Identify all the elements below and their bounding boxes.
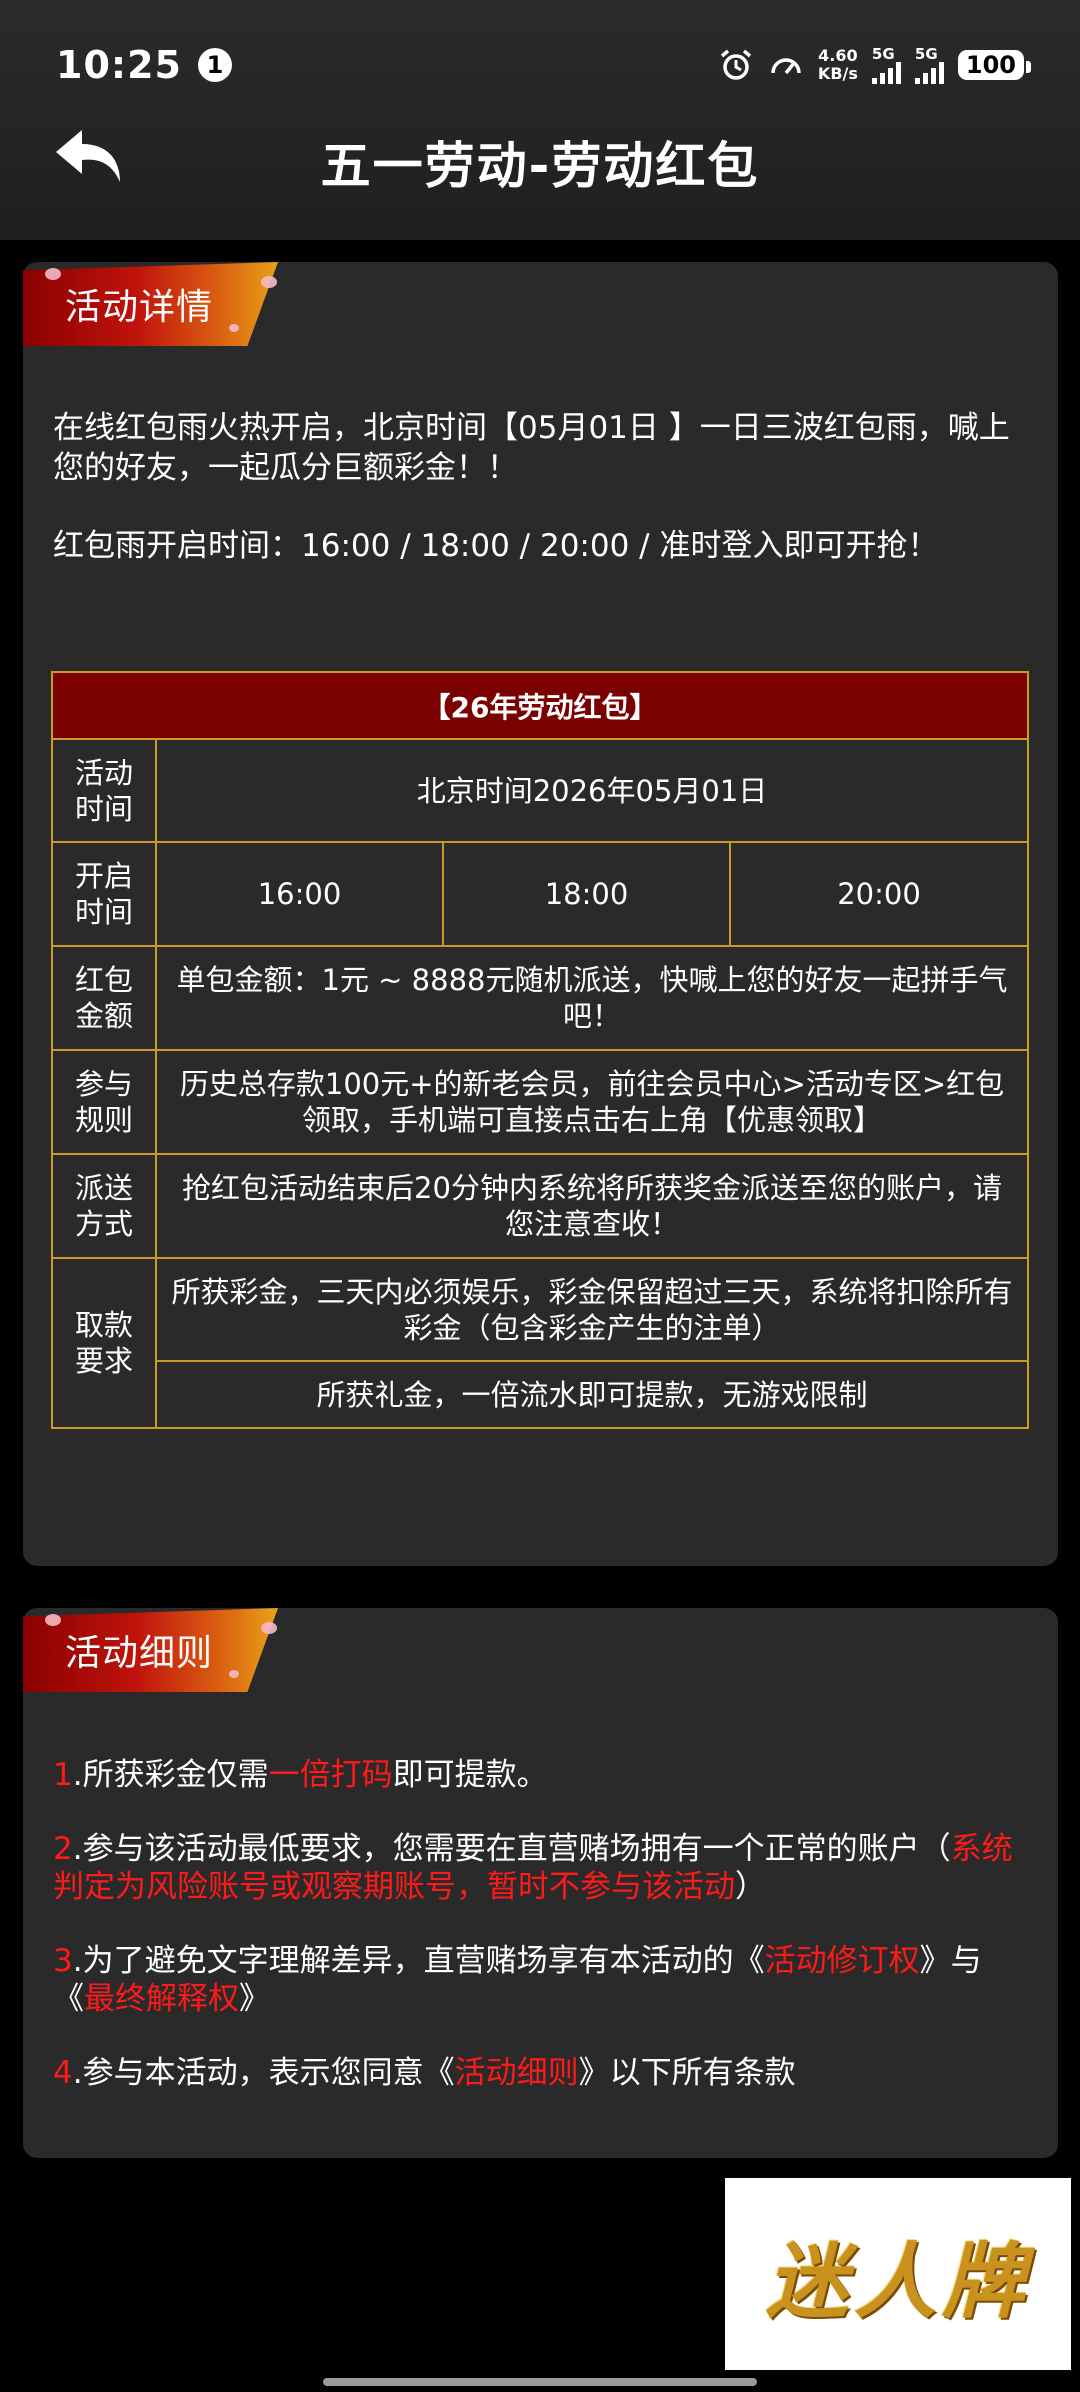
blossom-decoration xyxy=(229,1670,239,1678)
signal-2-type: 5G xyxy=(914,44,938,63)
time-cell: 16:00 xyxy=(155,841,444,947)
signal-1: 5G xyxy=(871,44,901,84)
row-value: 所获礼金，一倍流水即可提款，无游戏限制 xyxy=(155,1360,1029,1429)
blossom-decoration xyxy=(45,268,61,280)
row-value: 单包金额：1元 ~ 8888元随机派送，快喊上您的好友一起拼手气吧！ xyxy=(155,945,1029,1051)
signal-bars-icon xyxy=(914,61,944,84)
watermark-text: 迷人牌 xyxy=(766,2233,1030,2330)
row-value: 历史总存款100元+的新老会员，前往会员中心>活动专区>红包领取，手机端可直接点… xyxy=(155,1049,1029,1155)
rule-number: 2 xyxy=(53,1831,73,1867)
row-label: 派送方式 xyxy=(51,1153,157,1259)
row-label: 活动时间 xyxy=(51,738,157,843)
rule-highlight: 活动细则 xyxy=(454,2055,579,2091)
row-label: 取款要求 xyxy=(51,1257,157,1429)
blossom-decoration xyxy=(229,324,239,332)
row-label: 参与规则 xyxy=(51,1049,157,1155)
rule-item: 3.为了避免文字理解差异，直营赌场享有本活动的《活动修订权》与《最终解释权》 xyxy=(53,1942,1028,2018)
blossom-decoration xyxy=(261,276,277,288)
row-label: 红包金额 xyxy=(51,945,157,1051)
speedometer-icon xyxy=(768,47,804,83)
row-value: 所获彩金，三天内必须娱乐，彩金保留超过三天，系统将扣除所有彩金（包含彩金产生的注… xyxy=(155,1257,1029,1362)
rule-item: 4.参与本活动，表示您同意《活动细则》以下所有条款 xyxy=(53,2054,1028,2092)
notification-badge: 1 xyxy=(197,48,232,82)
rule-text: 》 xyxy=(239,1981,270,2017)
rule-item: 2.参与该活动最低要求，您需要在直营赌场拥有一个正常的账户（系统判定为风险账号或… xyxy=(53,1830,1028,1906)
time-cell: 18:00 xyxy=(442,841,731,947)
alarm-icon xyxy=(718,47,754,83)
rule-number: 4 xyxy=(53,2055,73,2091)
time-cell: 20:00 xyxy=(729,841,1029,947)
rule-text: .所获彩金仅需 xyxy=(72,1757,269,1793)
blossom-decoration xyxy=(261,1622,277,1634)
rule-text: 》以下所有条款 xyxy=(578,2055,796,2091)
row-value: 抢红包活动结束后20分钟内系统将所获奖金派送至您的账户，请您注意查收！ xyxy=(155,1153,1029,1259)
rule-highlight: 一倍打码 xyxy=(268,1757,393,1793)
table-row: 派送方式 抢红包活动结束后20分钟内系统将所获奖金派送至您的账户，请您注意查收！ xyxy=(51,1153,1029,1259)
table-row: 红包金额 单包金额：1元 ~ 8888元随机派送，快喊上您的好友一起拼手气吧！ xyxy=(51,945,1029,1051)
rule-text: .参与本活动，表示您同意《 xyxy=(72,2055,455,2091)
rule-highlight: 活动修订权 xyxy=(764,1943,920,1979)
table-row: 参与规则 历史总存款100元+的新老会员，前往会员中心>活动专区>红包领取，手机… xyxy=(51,1049,1029,1155)
rule-highlight: 最终解释权 xyxy=(84,1981,239,2017)
table-row: 所获礼金，一倍流水即可提款，无游戏限制 xyxy=(52,1360,1029,1429)
row-label: 开启时间 xyxy=(51,841,157,947)
rule-text: .为了避免文字理解差异，直营赌场享有本活动的《 xyxy=(72,1943,765,1979)
rule-number: 1 xyxy=(53,1757,73,1793)
table-row: 开启时间 16:00 18:00 20:00 xyxy=(51,841,1029,947)
rule-text: 即可提款。 xyxy=(392,1757,548,1793)
status-bar: 10:25 1 4.60 KB/s 5G 5G 100 xyxy=(56,40,1032,90)
table-title: 【26年劳动红包】 xyxy=(51,671,1029,740)
details-ribbon-label: 活动详情 xyxy=(65,287,214,328)
status-time: 10:25 xyxy=(56,43,182,87)
signal-bars-icon xyxy=(871,61,901,84)
intro-line: 红包雨开启时间：16:00 / 18:00 / 20:00 / 准时登入即可开抢… xyxy=(53,528,939,564)
watermark-logo: 迷人牌 xyxy=(725,2178,1071,2370)
details-intro: 在线红包雨火热开启，北京时间【05月01日 】一日三波红包雨，喊上您的好友，一起… xyxy=(53,408,1028,604)
rule-item: 1.所获彩金仅需一倍打码即可提款。 xyxy=(53,1756,1028,1794)
rule-number: 3 xyxy=(53,1943,73,1979)
signal-1-type: 5G xyxy=(871,44,895,63)
battery-indicator: 100 xyxy=(957,50,1032,80)
table-row: 活动时间 北京时间2026年05月01日 xyxy=(51,738,1029,843)
rules-ribbon-label: 活动细则 xyxy=(65,1633,214,1674)
status-icons: 4.60 KB/s 5G 5G 100 xyxy=(718,44,1032,84)
rule-text: ） xyxy=(735,1869,766,1905)
net-speed: 4.60 KB/s xyxy=(818,47,858,83)
net-speed-value: 4.60 xyxy=(818,46,858,65)
net-speed-unit: KB/s xyxy=(817,64,858,83)
red-packet-table: 【26年劳动红包】 活动时间 北京时间2026年05月01日 开启时间 16:0… xyxy=(51,671,1029,1429)
intro-line: 在线红包雨火热开启，北京时间【05月01日 】一日三波红包雨，喊上您的好友，一起… xyxy=(53,410,1010,486)
row-value: 北京时间2026年05月01日 xyxy=(155,738,1029,843)
table-row: 取款要求 所获彩金，三天内必须娱乐，彩金保留超过三天，系统将扣除所有彩金（包含彩… xyxy=(51,1257,1029,1429)
rule-text: .参与该活动最低要求，您需要在直营赌场拥有一个正常的账户（ xyxy=(72,1831,951,1867)
rules-list: 1.所获彩金仅需一倍打码即可提款。 2.参与该活动最低要求，您需要在直营赌场拥有… xyxy=(53,1756,1028,2128)
blossom-decoration xyxy=(45,1614,61,1626)
home-indicator[interactable] xyxy=(323,2378,757,2386)
signal-2: 5G xyxy=(914,44,944,84)
page-title: 五一劳动-劳动红包 xyxy=(320,137,760,195)
top-bar: 10:25 1 4.60 KB/s 5G 5G 100 五一劳动-劳动红包 xyxy=(0,0,1080,240)
activity-rules-card: 活动细则 1.所获彩金仅需一倍打码即可提款。 2.参与该活动最低要求，您需要在直… xyxy=(23,1608,1058,2158)
